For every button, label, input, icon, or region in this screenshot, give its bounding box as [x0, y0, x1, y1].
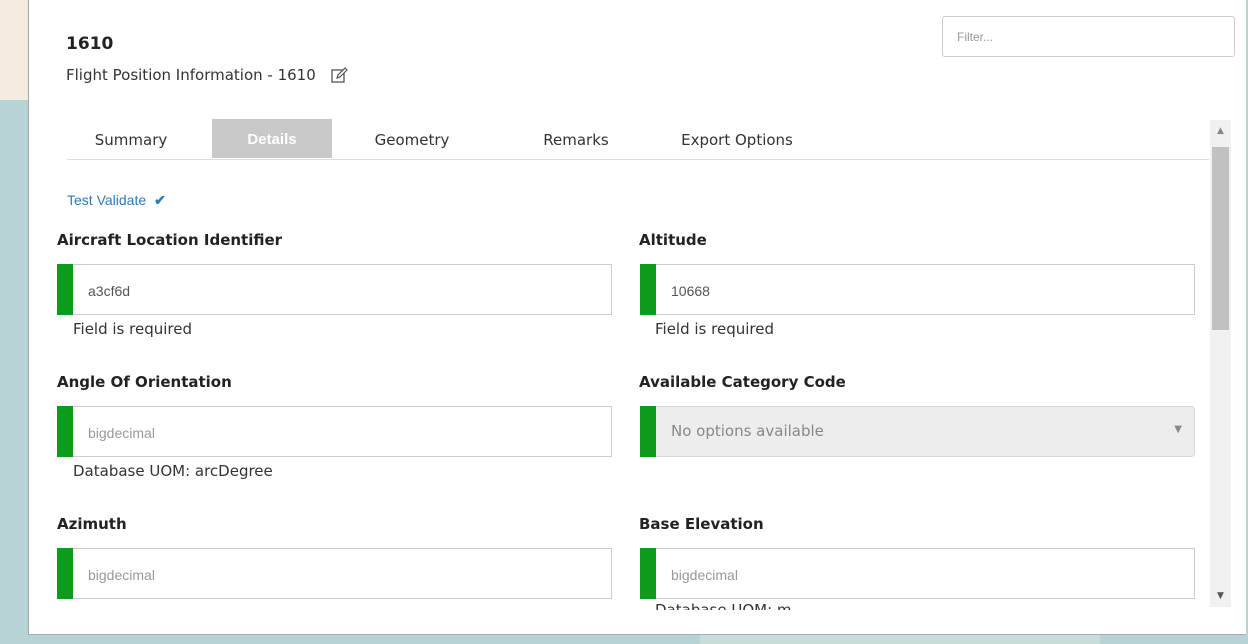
feature-id: 1610	[66, 34, 114, 54]
azimuth-field[interactable]	[57, 548, 612, 600]
map-land-area	[0, 0, 30, 100]
scroll-down-arrow-icon[interactable]: ▼	[1210, 585, 1231, 607]
altitude-input[interactable]	[669, 265, 1184, 316]
aircraft-location-identifier-input[interactable]	[86, 265, 601, 316]
scrollbar[interactable]: ▲ ▼	[1210, 120, 1231, 607]
tab-geometry[interactable]: Geometry	[347, 119, 477, 158]
tab-export-options[interactable]: Export Options	[667, 119, 807, 158]
base-elevation-hint: Database UOM: m	[655, 602, 875, 611]
required-indicator	[640, 264, 656, 315]
angle-of-orientation-label: Angle Of Orientation	[57, 373, 232, 391]
tab-remarks[interactable]: Remarks	[519, 119, 633, 158]
tab-summary[interactable]: Summary	[67, 119, 195, 158]
test-validate-label[interactable]: Test Validate	[67, 192, 146, 208]
azimuth-label: Azimuth	[57, 515, 127, 533]
tab-details[interactable]: Details	[212, 119, 332, 158]
angle-of-orientation-hint: Database UOM: arcDegree	[73, 462, 273, 480]
altitude-field[interactable]	[640, 264, 1195, 316]
feature-details-panel: 1610 Flight Position Information - 1610 …	[28, 0, 1246, 635]
edit-icon[interactable]	[330, 67, 349, 87]
chevron-down-icon: ▼	[1174, 424, 1182, 435]
base-elevation-field[interactable]	[640, 548, 1195, 600]
angle-of-orientation-field[interactable]	[57, 406, 612, 458]
scroll-up-arrow-icon[interactable]: ▲	[1210, 120, 1231, 142]
test-validate-link[interactable]: Test Validate ✔	[67, 192, 166, 209]
base-elevation-label: Base Elevation	[639, 515, 764, 533]
required-indicator	[57, 406, 73, 457]
azimuth-input[interactable]	[86, 549, 601, 600]
aircraft-location-identifier-hint: Field is required	[73, 320, 192, 338]
required-indicator	[57, 548, 73, 599]
required-indicator	[640, 548, 656, 599]
available-category-code-selected: No options available	[671, 422, 824, 440]
base-elevation-input[interactable]	[669, 549, 1184, 600]
available-category-code-label: Available Category Code	[639, 373, 846, 391]
aircraft-location-identifier-field[interactable]	[57, 264, 612, 316]
feature-subtitle-row: Flight Position Information - 1610	[66, 66, 349, 87]
feature-subtitle: Flight Position Information - 1610	[66, 66, 316, 84]
tab-bar: Summary Details Geometry Remarks Export …	[67, 119, 1209, 160]
filter-input[interactable]	[942, 16, 1235, 57]
aircraft-location-identifier-label: Aircraft Location Identifier	[57, 231, 283, 249]
altitude-hint: Field is required	[655, 320, 774, 338]
required-indicator	[640, 406, 656, 457]
available-category-code-select[interactable]: No options available ▼	[640, 406, 1195, 457]
check-icon: ✔	[154, 192, 166, 208]
scrollbar-thumb[interactable]	[1212, 147, 1229, 330]
required-indicator	[57, 264, 73, 315]
altitude-label: Altitude	[639, 231, 707, 249]
angle-of-orientation-input[interactable]	[86, 407, 601, 458]
